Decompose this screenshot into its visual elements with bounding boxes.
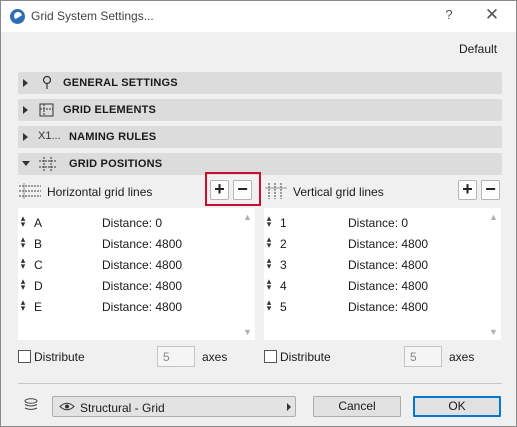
grid-line-distance: Distance: 0: [102, 216, 163, 230]
pin-icon: [37, 75, 57, 91]
drag-handle-icon[interactable]: ▴ ▾: [20, 277, 26, 292]
grid-line-name: 3: [280, 258, 287, 272]
list-item[interactable]: ▴ ▾ 5 Distance: 4800: [264, 295, 484, 316]
layer-value: Structural - Grid: [80, 401, 165, 415]
horizontal-grid-lines-label: Horizontal grid lines: [47, 185, 153, 199]
drag-handle-icon[interactable]: ▴ ▾: [266, 235, 272, 250]
drag-handle-icon[interactable]: ▴ ▾: [20, 214, 26, 229]
scroll-up-icon[interactable]: ▲: [243, 213, 252, 222]
expand-arrow-icon: [23, 79, 28, 87]
horizontal-distribute-label: Distribute: [34, 350, 85, 364]
archicad-app-icon: [10, 9, 25, 24]
vertical-axes-count-field[interactable]: 5: [404, 346, 442, 367]
section-grid-elements[interactable]: GRID ELEMENTS: [18, 99, 502, 121]
grid-line-distance: Distance: 4800: [348, 300, 429, 314]
grid-line-name: 2: [280, 237, 287, 251]
highlight-annotation: [205, 172, 261, 206]
vertical-distribute-checkbox[interactable]: [264, 350, 277, 363]
expand-arrow-icon: [23, 133, 28, 141]
grid-system-settings-dialog: Grid System Settings... ? ✕ Default GENE…: [0, 0, 517, 427]
vertical-add-remove-group: + −: [458, 180, 502, 202]
section-label: GRID ELEMENTS: [63, 104, 157, 116]
grid-line-distance: Distance: 4800: [348, 237, 429, 251]
layers-icon: [23, 397, 39, 413]
drag-handle-icon[interactable]: ▴ ▾: [20, 298, 26, 313]
list-item[interactable]: ▴ ▾ 1 Distance: 0: [264, 211, 484, 232]
grid-line-name: C: [34, 258, 43, 272]
section-general-settings[interactable]: GENERAL SETTINGS: [18, 72, 502, 94]
grid-line-distance: Distance: 4800: [102, 237, 183, 251]
vertical-grid-list[interactable]: ▴ ▾ 1 Distance: 0 ▴ ▾ 2 Distance: 4800 ▴ ▾ …: [264, 208, 501, 340]
horizontal-distribute-checkbox[interactable]: [18, 350, 31, 363]
scroll-down-icon[interactable]: ▼: [243, 328, 252, 337]
default-favorite-label: Default: [459, 42, 498, 56]
naming-icon: X1...: [38, 130, 61, 142]
vertical-grid-lines-label: Vertical grid lines: [293, 185, 384, 199]
grid-line-name: B: [34, 237, 43, 251]
vertical-distribute-label: Distribute: [280, 350, 331, 364]
list-item[interactable]: ▴ ▾ E Distance: 4800: [18, 295, 238, 316]
drag-handle-icon[interactable]: ▴ ▾: [20, 235, 26, 250]
drag-handle-icon[interactable]: ▴ ▾: [266, 298, 272, 313]
drag-handle-icon[interactable]: ▴ ▾: [266, 256, 272, 271]
vertical-add-button[interactable]: +: [458, 180, 477, 200]
section-label: NAMING RULES: [69, 131, 157, 143]
grid-line-distance: Distance: 4800: [102, 258, 183, 272]
grid-line-distance: Distance: 4800: [102, 279, 183, 293]
scroll-up-icon[interactable]: ▲: [489, 213, 498, 222]
layer-dropdown[interactable]: Structural - Grid: [52, 396, 296, 417]
drag-handle-icon[interactable]: ▴ ▾: [266, 277, 272, 292]
list-item[interactable]: ▴ ▾ B Distance: 4800: [18, 232, 238, 253]
eye-icon: [59, 401, 75, 412]
horizontal-axes-count-field[interactable]: 5: [157, 346, 195, 367]
scroll-down-icon[interactable]: ▼: [489, 328, 498, 337]
list-item[interactable]: ▴ ▾ C Distance: 4800: [18, 253, 238, 274]
grid-line-distance: Distance: 4800: [348, 279, 429, 293]
cancel-button[interactable]: Cancel: [313, 396, 401, 417]
list-item[interactable]: ▴ ▾ 2 Distance: 4800: [264, 232, 484, 253]
ok-button[interactable]: OK: [413, 396, 501, 417]
horizontal-grid-list[interactable]: ▴ ▾ A Distance: 0 ▴ ▾ B Distance: 4800 ▴ ▾ …: [18, 208, 255, 340]
title-bar: Grid System Settings... ? ✕: [1, 1, 516, 32]
grid-positions-icon: [37, 156, 57, 172]
help-button[interactable]: ?: [441, 7, 457, 25]
grid-line-distance: Distance: 4800: [348, 258, 429, 272]
grid-elements-icon: [37, 102, 57, 118]
horizontal-axes-label: axes: [202, 350, 228, 364]
vertical-remove-button[interactable]: −: [481, 180, 500, 200]
grid-line-distance: Distance: 4800: [102, 300, 183, 314]
grid-line-name: 1: [280, 216, 287, 230]
list-item[interactable]: ▴ ▾ D Distance: 4800: [18, 274, 238, 295]
horizontal-grid-icon: [18, 182, 42, 200]
footer-divider: [18, 383, 502, 384]
drag-handle-icon[interactable]: ▴ ▾: [266, 214, 272, 229]
drag-handle-icon[interactable]: ▴ ▾: [20, 256, 26, 271]
section-label: GENERAL SETTINGS: [63, 77, 178, 89]
list-item[interactable]: ▴ ▾ 4 Distance: 4800: [264, 274, 484, 295]
grid-line-distance: Distance: 0: [348, 216, 409, 230]
grid-line-name: E: [34, 300, 43, 314]
list-item[interactable]: ▴ ▾ A Distance: 0: [18, 211, 238, 232]
window-title: Grid System Settings...: [31, 9, 154, 23]
dropdown-arrow-icon: [287, 403, 291, 411]
grid-line-name: D: [34, 279, 43, 293]
vertical-axes-label: axes: [449, 350, 475, 364]
list-item[interactable]: ▴ ▾ 3 Distance: 4800: [264, 253, 484, 274]
expand-arrow-icon: [23, 106, 28, 114]
grid-line-name: A: [34, 216, 43, 230]
vertical-grid-icon: [264, 182, 288, 200]
section-naming-rules[interactable]: X1... NAMING RULES: [18, 126, 502, 148]
grid-line-name: 4: [280, 279, 287, 293]
section-label: GRID POSITIONS: [69, 158, 163, 170]
collapse-arrow-icon: [22, 161, 30, 166]
close-button[interactable]: ✕: [483, 5, 501, 25]
grid-line-name: 5: [280, 300, 287, 314]
